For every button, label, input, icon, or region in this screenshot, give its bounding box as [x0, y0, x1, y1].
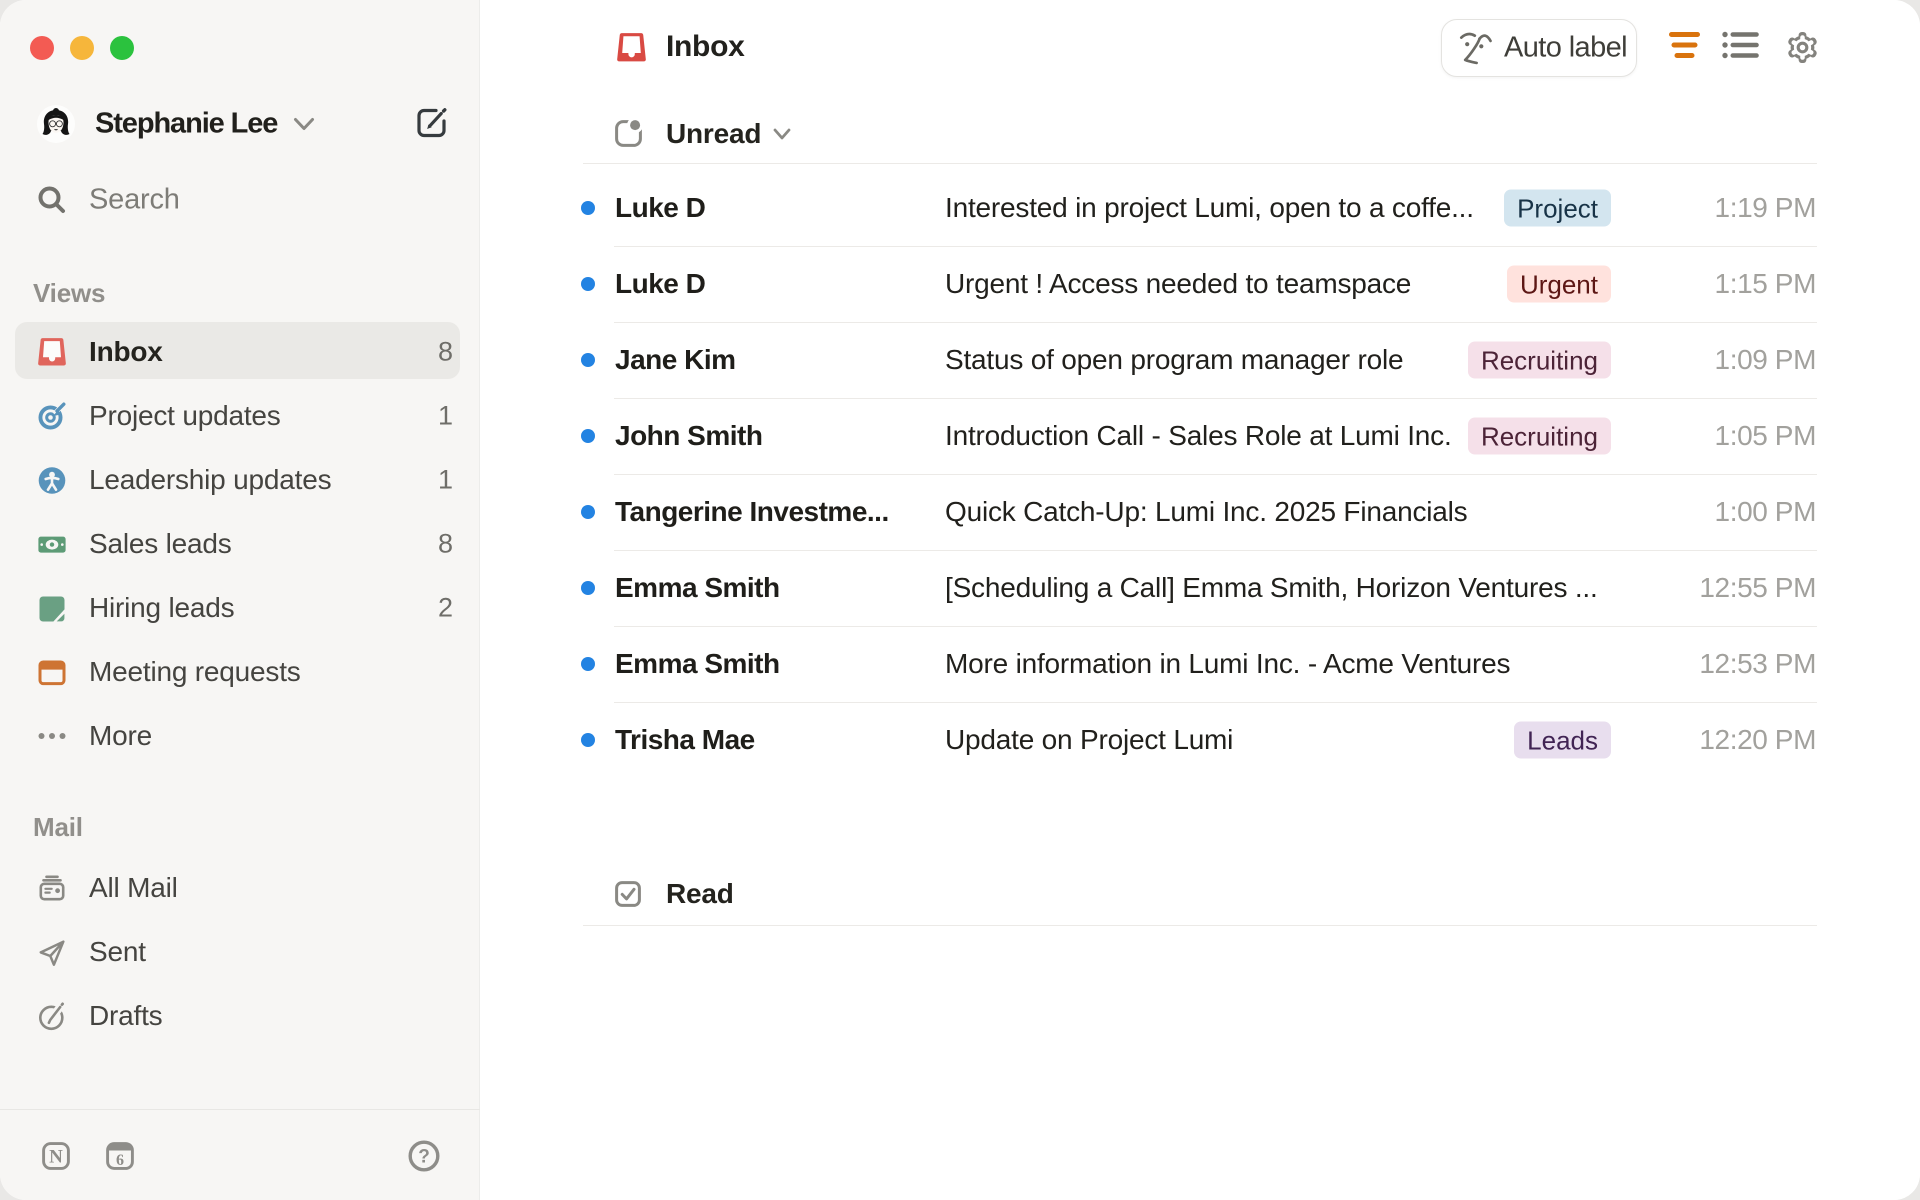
svg-text:?: ? [418, 1147, 430, 1168]
svg-text:N: N [49, 1147, 63, 1168]
svg-text:6: 6 [116, 1152, 124, 1169]
